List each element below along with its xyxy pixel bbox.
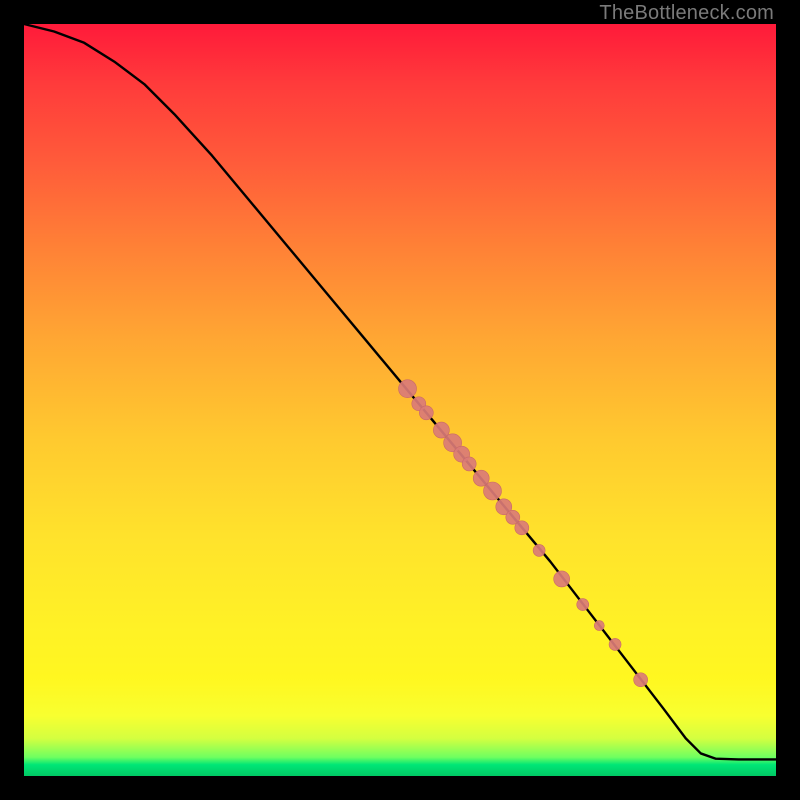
data-dot [462,457,476,471]
data-dot [515,521,529,535]
data-dot [609,638,621,650]
data-dot [533,544,545,556]
chart-stage: TheBottleneck.com [0,0,800,800]
data-dot [419,406,433,420]
chart-svg [24,24,776,776]
data-dot [594,621,604,631]
data-dot [554,571,570,587]
data-dot [484,482,502,500]
data-dot [634,673,648,687]
watermark-label: TheBottleneck.com [599,2,774,25]
scatter-dots [399,380,648,687]
data-dot [577,599,589,611]
plot-area [24,24,776,776]
data-dot [399,380,417,398]
